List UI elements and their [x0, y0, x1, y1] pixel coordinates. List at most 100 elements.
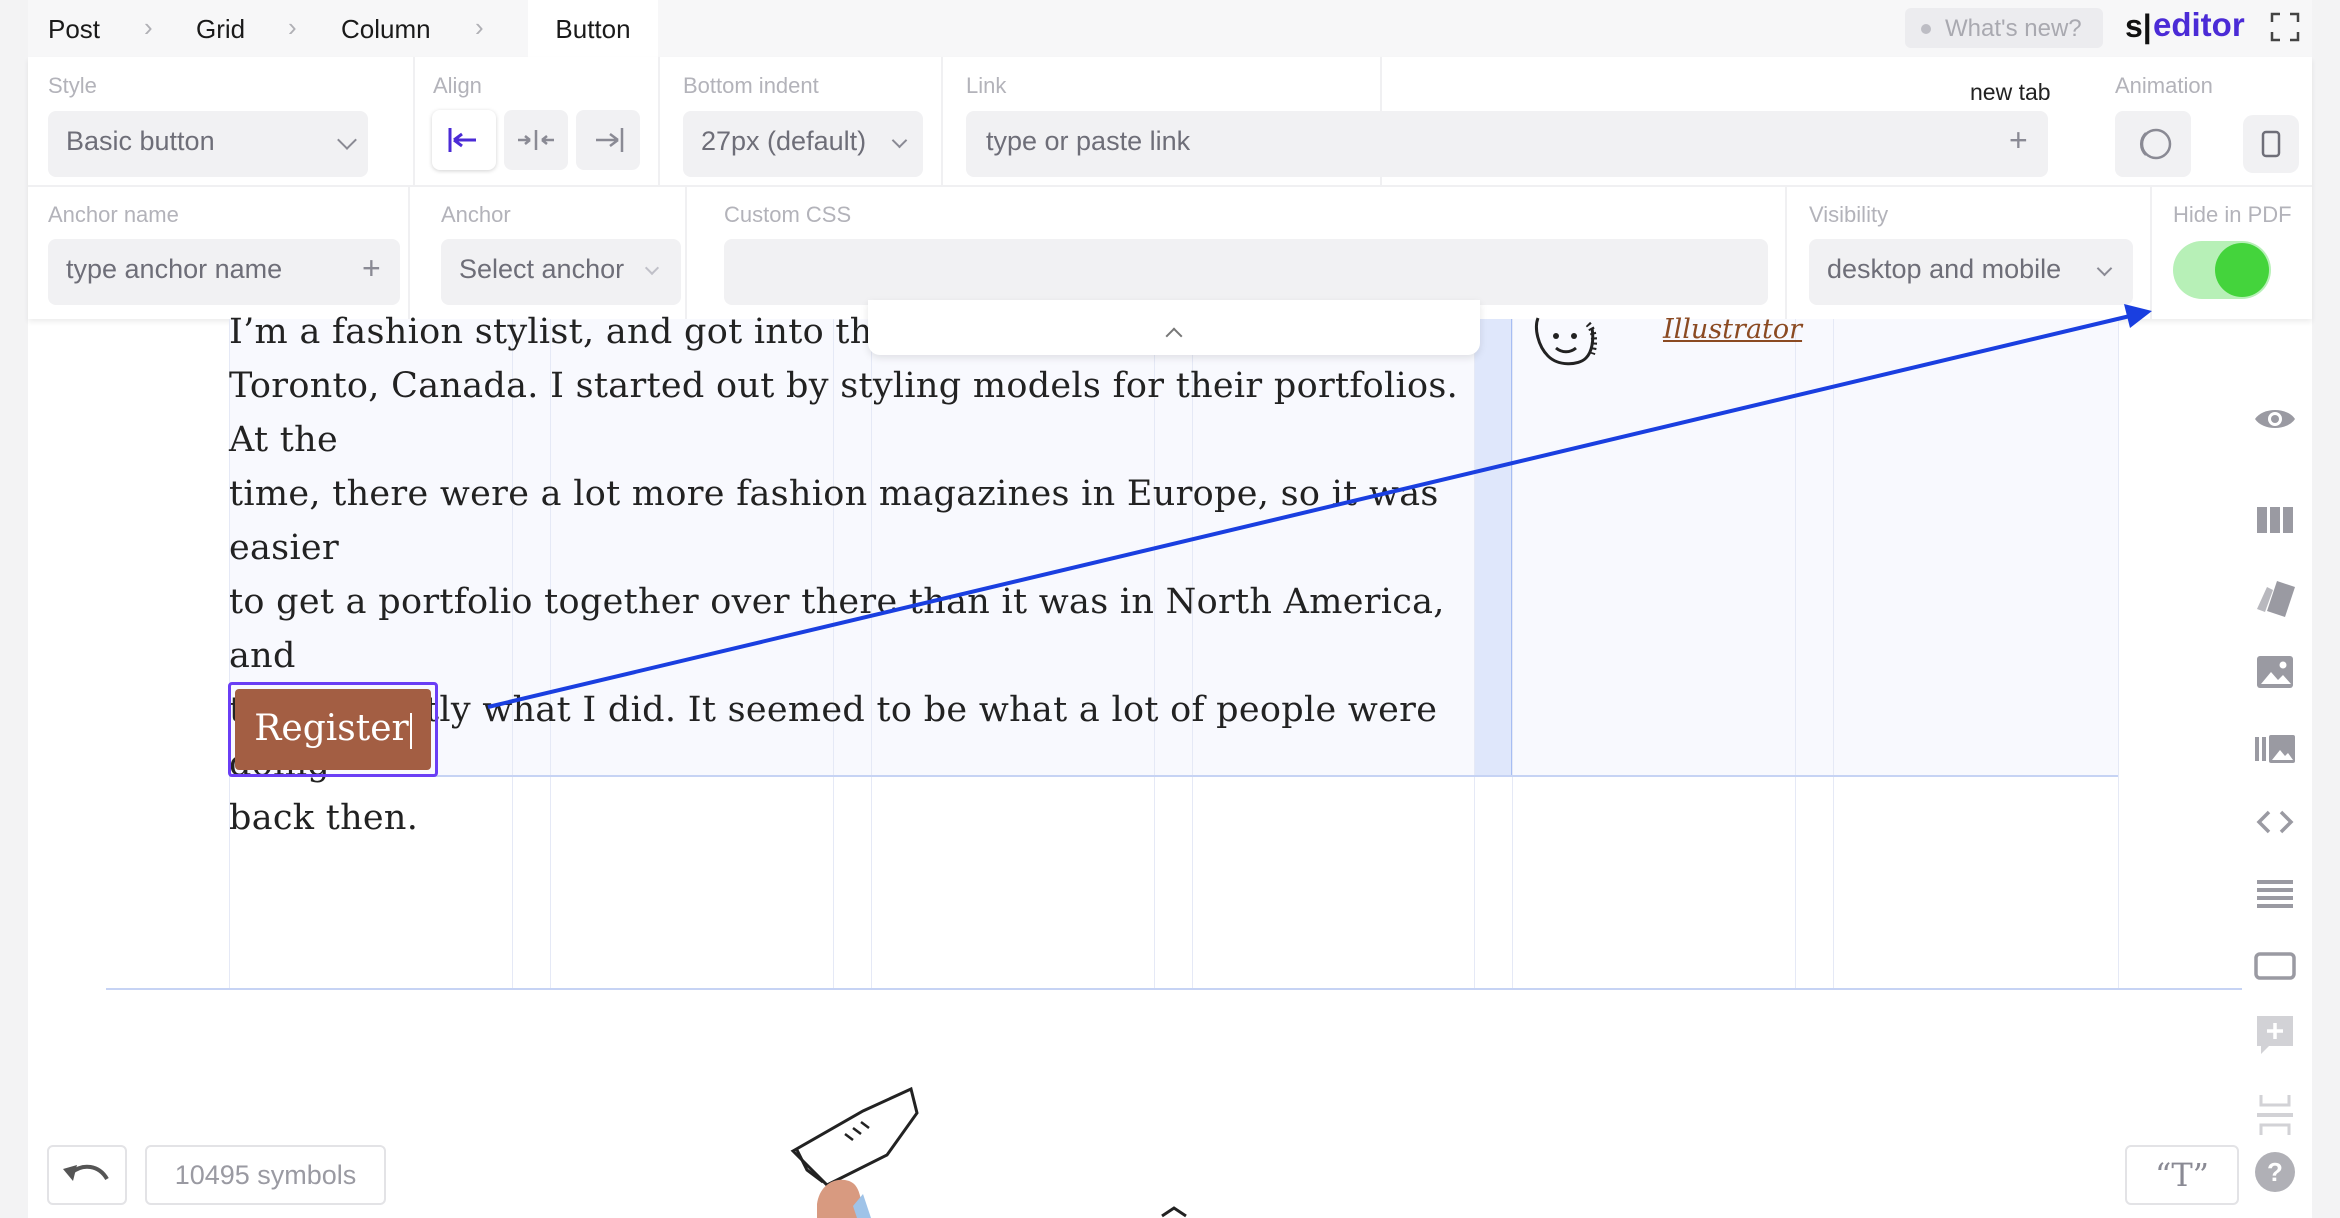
text-cursor	[409, 713, 412, 749]
mobile-icon	[2261, 130, 2281, 158]
breadcrumb-separator: ›	[288, 12, 297, 42]
link-placeholder: type or paste link	[986, 126, 1191, 156]
breadcrumb-separator: ›	[475, 12, 484, 42]
style-label: Style	[48, 73, 97, 98]
custom-css-input[interactable]	[724, 239, 1768, 305]
chevron-down-icon	[644, 260, 660, 276]
column-gutter	[1474, 319, 1512, 775]
article-line: Toronto, Canada. I started out by stylin…	[229, 366, 1459, 460]
align-right-icon	[596, 128, 624, 152]
text-lines-icon[interactable]	[2253, 871, 2297, 915]
add-anchor-icon[interactable]: +	[362, 250, 381, 287]
whats-new-label: What's new?	[1945, 15, 2082, 42]
logo-editor: editor	[2153, 6, 2245, 43]
animation-icon	[2139, 128, 2172, 160]
whats-new-button[interactable]: What's new?	[1905, 8, 2103, 48]
columns-icon[interactable]	[2253, 498, 2297, 542]
section-border	[106, 988, 2242, 990]
grid-line	[2118, 319, 2119, 988]
anchor-value: Select anchor	[459, 254, 625, 284]
toolbar-row-divider	[28, 185, 2312, 187]
anchor-name-label: Anchor name	[48, 202, 179, 227]
divider	[941, 57, 943, 185]
anchor-label: Anchor	[441, 202, 511, 227]
style-select[interactable]: Basic button	[48, 111, 368, 177]
breadcrumb-button[interactable]: Button	[528, 14, 658, 45]
article-line: to get a portfolio together over there t…	[229, 582, 1445, 676]
link-label: Link	[966, 73, 1007, 98]
help-icon[interactable]: ?	[2253, 1150, 2297, 1194]
animation-button[interactable]	[2115, 111, 2191, 177]
breadcrumb-separator: ›	[144, 12, 153, 42]
anchor-select[interactable]: Select anchor	[441, 239, 681, 305]
undo-icon	[63, 1164, 109, 1181]
register-button-block[interactable]: Register	[228, 682, 438, 777]
code-icon[interactable]	[2253, 800, 2297, 844]
align-right-button[interactable]	[576, 110, 640, 170]
svg-text:?: ?	[2267, 1157, 2283, 1187]
toggle-knob	[2215, 243, 2269, 297]
visibility-value: desktop and mobile	[1827, 254, 2062, 284]
typography-button[interactable]: “T”	[2125, 1145, 2239, 1205]
eye-icon[interactable]	[2253, 397, 2297, 441]
bottom-indent-select[interactable]: 27px (default)	[683, 111, 923, 177]
pointer-fragment	[1161, 1206, 1187, 1218]
grid-line	[1795, 319, 1796, 988]
divider	[1785, 187, 1787, 319]
style-value: Basic button	[66, 126, 215, 156]
cards-icon[interactable]	[2253, 573, 2297, 617]
animation-label: Animation	[2115, 73, 2213, 98]
divider	[2150, 187, 2152, 319]
button-block-icon[interactable]	[2253, 944, 2297, 988]
register-button[interactable]: Register	[235, 689, 431, 770]
illustrator-link[interactable]: Illustrator	[1663, 314, 1802, 345]
mobile-preview-button[interactable]	[2243, 115, 2299, 173]
editor-screen: Post › Grid › Column › Button What's new…	[0, 0, 2340, 1218]
new-tab-label: new tab	[1970, 79, 2051, 105]
article-line: time, there were a lot more fashion maga…	[229, 474, 1439, 568]
align-left-icon	[448, 128, 476, 152]
gallery-icon[interactable]	[2253, 727, 2297, 771]
align-center-icon	[518, 130, 554, 150]
dot-icon	[1921, 24, 1931, 34]
chevron-up-icon	[1165, 327, 1183, 345]
fullscreen-icon[interactable]	[2270, 12, 2300, 42]
page-margin-left	[0, 0, 28, 1218]
link-input[interactable]: type or paste link +	[966, 111, 2048, 177]
visibility-label: Visibility	[1809, 202, 1889, 227]
align-center-button[interactable]	[504, 110, 568, 170]
divider	[408, 187, 410, 319]
logo-mark: s|	[2125, 8, 2152, 44]
visibility-select[interactable]: desktop and mobile	[1809, 239, 2133, 305]
add-link-icon[interactable]: +	[2009, 122, 2028, 159]
article-line: back then.	[229, 798, 419, 838]
chevron-down-icon	[891, 132, 908, 149]
collapse-panel[interactable]	[868, 300, 1480, 355]
divider	[685, 187, 687, 319]
divider	[658, 57, 660, 185]
symbol-counter: 10495 symbols	[145, 1145, 386, 1205]
custom-css-label: Custom CSS	[724, 202, 852, 227]
anchor-name-input[interactable]: type anchor name +	[48, 239, 400, 305]
align-label: Align	[433, 73, 482, 98]
divider	[413, 57, 415, 185]
hide-in-pdf-toggle[interactable]	[2173, 241, 2271, 299]
chevron-down-icon	[2096, 260, 2113, 277]
hide-in-pdf-label: Hide in PDF	[2173, 202, 2292, 227]
breadcrumb-column[interactable]: Column	[341, 14, 431, 45]
align-left-button[interactable]	[432, 110, 496, 170]
undo-button[interactable]	[47, 1145, 127, 1205]
anchor-name-placeholder: type anchor name	[66, 254, 283, 284]
breadcrumb-post[interactable]: Post	[48, 14, 100, 45]
grid-line	[1833, 319, 1834, 988]
register-label: Register	[254, 708, 409, 749]
avatar-illustration	[1534, 317, 1598, 366]
divider-icon[interactable]	[2253, 1093, 2297, 1137]
bottom-indent-label: Bottom indent	[683, 73, 819, 98]
shoe-illustration	[790, 1086, 919, 1218]
breadcrumb-grid[interactable]: Grid	[196, 14, 245, 45]
page-margin-right	[2312, 0, 2340, 1218]
image-icon[interactable]	[2253, 650, 2297, 694]
grid-line	[1512, 319, 1513, 988]
add-block-icon[interactable]	[2253, 1012, 2297, 1056]
